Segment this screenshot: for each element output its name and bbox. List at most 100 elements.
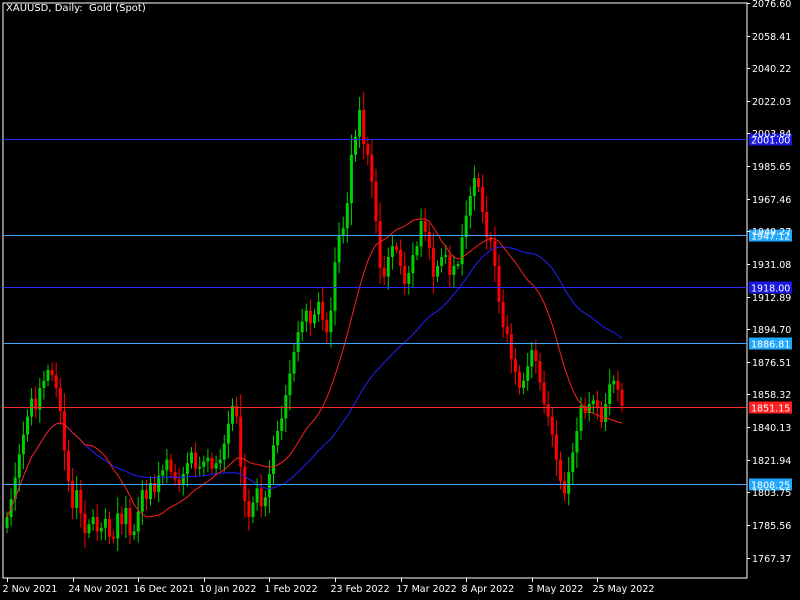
candle-body (62, 411, 66, 451)
candle-body (54, 375, 58, 388)
candle-body (71, 481, 75, 509)
candle-body (407, 273, 411, 284)
candle-body (26, 416, 29, 435)
candle-body (132, 531, 136, 535)
x-axis-label: 17 Mar 2022 (397, 584, 457, 595)
candle-body (411, 255, 415, 274)
candle-body (91, 517, 95, 525)
x-axis-label: 8 Apr 2022 (462, 584, 515, 595)
candle-body (362, 109, 366, 144)
level-price-label: 1886.81 (751, 340, 790, 351)
candle-body (612, 380, 616, 385)
candle-body (276, 430, 280, 446)
candle-body (181, 473, 185, 485)
candle-body (165, 459, 169, 471)
candle-body (530, 350, 534, 367)
candle-body (345, 203, 349, 229)
y-axis-label: 1803.75 (752, 488, 791, 499)
y-axis-label: 1985.65 (752, 162, 791, 173)
candle-body (239, 416, 243, 467)
candle-body (144, 490, 148, 500)
candle-body (300, 321, 304, 333)
candle-body (395, 246, 398, 250)
candle-body (136, 511, 140, 532)
price-chart[interactable]: 2001.001947.121918.001886.811851.151808.… (0, 0, 800, 600)
candle-body (448, 255, 452, 275)
candle-body (5, 517, 9, 528)
candle-body (518, 371, 521, 388)
candle-body (481, 187, 485, 213)
candle-body (259, 488, 263, 507)
candle-body (419, 221, 423, 247)
candle-body (222, 443, 226, 460)
candle-body (255, 488, 259, 503)
candle-body (386, 256, 390, 277)
level-price-label: 1851.15 (751, 404, 790, 415)
y-axis-label: 1967.46 (752, 195, 791, 206)
y-axis-label: 2040.22 (752, 64, 791, 75)
candle-body (600, 407, 603, 422)
candle-body (468, 195, 472, 216)
candle-body (304, 310, 308, 322)
x-axis-label: 25 May 2022 (593, 584, 655, 595)
candle-body (177, 479, 181, 485)
candle-body (333, 262, 337, 311)
y-axis-label: 1858.32 (752, 390, 791, 401)
candle-body (341, 228, 345, 236)
candle-body (509, 334, 513, 360)
candle-body (513, 359, 517, 372)
y-axis-label: 2076.60 (752, 0, 791, 10)
candle-body (120, 513, 124, 525)
candle-body (460, 237, 464, 265)
y-axis-label: 1912.89 (752, 293, 791, 304)
candle-body (231, 405, 234, 424)
candle-body (185, 463, 189, 474)
candle-body (390, 246, 394, 257)
candle-body (288, 373, 292, 396)
candle-body (210, 457, 214, 469)
candle-body (308, 310, 312, 324)
candle-body (497, 265, 501, 302)
candle-body (206, 457, 210, 462)
candle-body (526, 366, 530, 381)
candle-body (620, 389, 624, 406)
candle-body (477, 178, 480, 188)
candle-body (198, 466, 202, 469)
candle-body (243, 466, 247, 501)
candle-body (493, 240, 497, 266)
candle-body (538, 360, 542, 383)
candle-body (337, 235, 341, 263)
candle-body (546, 404, 550, 417)
candle-body (575, 430, 579, 453)
candle-body (567, 472, 571, 494)
candle-body (571, 452, 575, 473)
candle-body (444, 255, 448, 257)
plot-frame (2, 2, 748, 579)
candle-body (423, 221, 427, 232)
ma-fast-line (6, 218, 623, 518)
candle-body (399, 249, 403, 266)
candle-body (83, 513, 87, 534)
candle-body (366, 143, 370, 155)
candle-body (21, 434, 25, 455)
candle-body (436, 265, 439, 277)
candle-body (38, 387, 42, 410)
candle-body (550, 416, 554, 435)
x-axis-label: 1 Feb 2022 (265, 584, 318, 595)
y-axis-label: 1931.08 (752, 260, 791, 271)
x-axis-label: 24 Nov 2021 (69, 584, 130, 595)
candle-body (472, 178, 476, 196)
candle-body (46, 369, 50, 381)
candle-body (79, 490, 83, 514)
candle-body (149, 482, 152, 500)
candle-body (296, 332, 300, 353)
candle-body (251, 502, 255, 518)
candle-body (382, 267, 386, 277)
candle-body (403, 265, 407, 284)
candle-body (116, 513, 120, 539)
candle-body (108, 518, 111, 537)
candle-body (452, 265, 456, 275)
candle-body (522, 380, 526, 388)
candle-body (263, 497, 267, 507)
candle-body (67, 450, 70, 482)
